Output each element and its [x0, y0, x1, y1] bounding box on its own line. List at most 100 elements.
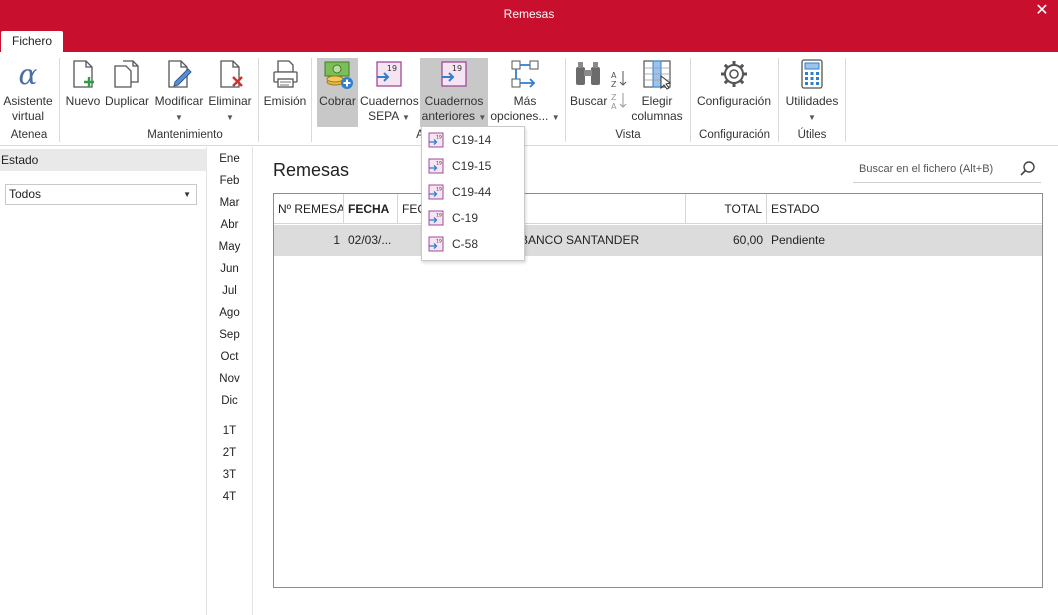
chevron-down-icon: ▼: [175, 113, 183, 122]
svg-text:α: α: [19, 58, 38, 90]
utilidades-label: Utilidades: [785, 94, 839, 108]
menu-item-cuaderno[interactable]: 19 C19-15: [422, 154, 524, 178]
chevron-down-icon: ▼: [226, 113, 234, 122]
search-box[interactable]: Buscar en el fichero (Alt+B): [853, 157, 1041, 183]
menu-item-label: C-58: [452, 237, 479, 251]
window-title: Remesas: [503, 7, 555, 21]
estado-select[interactable]: Todos ▼: [5, 184, 197, 205]
chevron-down-icon: ▼: [478, 113, 487, 122]
filter-panel: Estado Todos ▼: [0, 147, 207, 615]
modificar-label: Modificar: [154, 94, 204, 108]
chevron-down-icon: ▼: [551, 113, 560, 122]
month-item[interactable]: Jul: [208, 285, 251, 297]
menu-item-label: C19-15: [452, 159, 492, 173]
month-item[interactable]: Jun: [208, 263, 251, 275]
month-item[interactable]: Abr: [208, 219, 251, 231]
nuevo-button[interactable]: Nuevo: [64, 58, 102, 109]
buscar-button[interactable]: Buscar: [570, 58, 608, 109]
ribbon-tab-row: Fichero: [0, 29, 1058, 52]
group-label-configuracion: Configuración: [699, 129, 770, 141]
sepa-file-icon: 19: [376, 61, 402, 87]
svg-text:19: 19: [452, 64, 462, 73]
quarter-item[interactable]: 3T: [208, 469, 251, 481]
column-header-total[interactable]: TOTAL: [686, 194, 767, 224]
eliminar-button[interactable]: Eliminar ▼: [207, 58, 253, 125]
duplicar-button[interactable]: Duplicar: [104, 58, 150, 109]
calculator-icon: [801, 59, 823, 89]
cuadernos-sepa-button[interactable]: 19 Cuadernos SEPA ▼: [360, 58, 419, 125]
duplicate-icon: [114, 60, 139, 88]
buscar-label: Buscar: [570, 94, 608, 108]
sepa-file-icon: 19: [428, 158, 444, 174]
duplicar-label: Duplicar: [104, 94, 149, 108]
svg-text:Z: Z: [611, 80, 617, 89]
menu-item-label: C-19: [452, 211, 479, 225]
close-icon[interactable]: ✕: [1032, 2, 1052, 22]
mas-opciones-label-2: opciones...: [490, 109, 549, 123]
month-item[interactable]: Nov: [208, 373, 251, 385]
column-header-estado[interactable]: ESTADO: [767, 194, 1042, 224]
month-item[interactable]: May: [208, 241, 251, 253]
elegir-columnas-label-2: columnas: [631, 109, 683, 123]
month-item[interactable]: Sep: [208, 329, 251, 341]
elegir-columnas-button[interactable]: Elegir columnas: [630, 58, 684, 124]
utilidades-button[interactable]: Utilidades ▼: [784, 58, 840, 125]
sort-icon[interactable]: A Z Z A: [610, 68, 628, 110]
chevron-down-icon: ▼: [401, 113, 410, 122]
svg-text:19: 19: [436, 213, 442, 219]
svg-text:19: 19: [436, 187, 442, 193]
cuadernos-anteriores-button[interactable]: 19 Cuadernos anteriores ▼: [420, 58, 488, 127]
cuadernos-sepa-label-1: Cuadernos: [360, 94, 419, 108]
cobrar-label: Cobrar: [319, 94, 356, 108]
ribbon: α Asistente virtual Nuevo Duplicar Modif…: [0, 52, 1058, 146]
month-item[interactable]: Mar: [208, 197, 251, 209]
cuadernos-anteriores-label-2: anteriores: [421, 109, 476, 123]
menu-item-cuaderno[interactable]: 19 C-58: [422, 232, 524, 256]
month-item[interactable]: Feb: [208, 175, 251, 187]
month-item[interactable]: Dic: [208, 395, 251, 407]
group-label-atenea: Atenea: [10, 129, 48, 141]
svg-text:19: 19: [436, 161, 442, 167]
search-input[interactable]: Buscar en el fichero (Alt+B): [859, 163, 993, 175]
tab-fichero[interactable]: Fichero: [1, 31, 63, 52]
edit-document-icon: [168, 60, 192, 88]
month-item[interactable]: Ene: [208, 153, 251, 165]
table-row[interactable]: 1 02/03/... BANCO SANTANDER 60,00 Pendie…: [274, 225, 1042, 256]
sepa-file-icon: 19: [428, 210, 444, 226]
group-label-utiles: Útiles: [797, 129, 827, 141]
menu-item-label: C19-14: [452, 133, 492, 147]
column-header-banco[interactable]: O: [508, 194, 686, 224]
chevron-down-icon: ▼: [183, 190, 191, 199]
ribbon-separator: [845, 58, 846, 142]
configuracion-button[interactable]: Configuración: [695, 58, 773, 109]
quarter-item[interactable]: 4T: [208, 491, 251, 503]
svg-text:19: 19: [436, 239, 442, 245]
column-header-fecha[interactable]: FECHA: [344, 194, 398, 224]
new-document-icon: [73, 60, 94, 88]
menu-item-cuaderno[interactable]: 19 C19-14: [422, 128, 524, 152]
sepa-file-icon: 19: [428, 236, 444, 252]
modificar-button[interactable]: Modificar ▼: [153, 58, 205, 125]
mas-opciones-label-1: Más: [513, 94, 537, 108]
column-header-nro-remesa[interactable]: Nº REMESA: [274, 194, 344, 224]
binoculars-icon: [576, 62, 600, 85]
menu-item-cuaderno[interactable]: 19 C-19: [422, 206, 524, 230]
emision-button[interactable]: Emisión: [263, 58, 307, 109]
month-item[interactable]: Ago: [208, 307, 251, 319]
asistente-label-2: virtual: [11, 109, 44, 123]
cobrar-button[interactable]: Cobrar: [317, 58, 358, 127]
menu-item-label: C19-44: [452, 185, 492, 199]
mas-opciones-button[interactable]: Más opciones... ▼: [490, 58, 560, 125]
printer-icon: [273, 60, 298, 88]
menu-item-cuaderno[interactable]: 19 C19-44: [422, 180, 524, 204]
quarter-item[interactable]: 1T: [208, 425, 251, 437]
asistente-virtual-button[interactable]: α Asistente virtual: [2, 58, 54, 124]
configuracion-label: Configuración: [696, 94, 772, 108]
svg-text:A: A: [611, 71, 617, 80]
cell-banco: BANCO SANTANDER: [520, 233, 640, 247]
month-item[interactable]: Oct: [208, 351, 251, 363]
title-bar: Remesas ✕: [0, 0, 1058, 29]
search-icon[interactable]: [1019, 160, 1037, 178]
svg-text:19: 19: [387, 64, 397, 73]
quarter-item[interactable]: 2T: [208, 447, 251, 459]
